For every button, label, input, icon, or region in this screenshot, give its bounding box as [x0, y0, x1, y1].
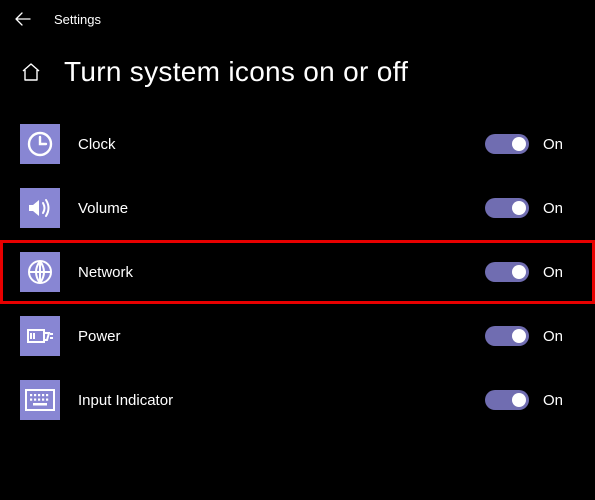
system-icons-list: Clock On Volume On Netwo — [0, 112, 595, 432]
list-item-power: Power On — [0, 304, 595, 368]
globe-icon — [20, 252, 60, 292]
back-button[interactable] — [14, 10, 32, 28]
toggle-state: On — [543, 264, 567, 281]
title-bar: Settings — [0, 0, 595, 38]
keyboard-icon — [20, 380, 60, 420]
volume-icon — [20, 188, 60, 228]
toggle-power[interactable] — [485, 326, 529, 346]
home-icon — [21, 62, 41, 82]
toggle-state: On — [543, 328, 567, 345]
toggle-input-indicator[interactable] — [485, 390, 529, 410]
toggle-volume[interactable] — [485, 198, 529, 218]
clock-icon — [20, 124, 60, 164]
list-item-volume: Volume On — [0, 176, 595, 240]
app-title: Settings — [54, 12, 101, 27]
toggle-network[interactable] — [485, 262, 529, 282]
item-label: Network — [78, 264, 485, 281]
page-header: Turn system icons on or off — [0, 38, 595, 112]
arrow-left-icon — [15, 11, 31, 27]
list-item-clock: Clock On — [0, 112, 595, 176]
item-label: Volume — [78, 200, 485, 217]
home-button[interactable] — [20, 61, 42, 83]
toggle-clock[interactable] — [485, 134, 529, 154]
power-icon — [20, 316, 60, 356]
list-item-input-indicator: Input Indicator On — [0, 368, 595, 432]
toggle-state: On — [543, 136, 567, 153]
item-label: Input Indicator — [78, 392, 485, 409]
list-item-network: Network On — [0, 240, 595, 304]
item-label: Power — [78, 328, 485, 345]
toggle-state: On — [543, 200, 567, 217]
toggle-state: On — [543, 392, 567, 409]
item-label: Clock — [78, 136, 485, 153]
page-title: Turn system icons on or off — [64, 56, 408, 88]
